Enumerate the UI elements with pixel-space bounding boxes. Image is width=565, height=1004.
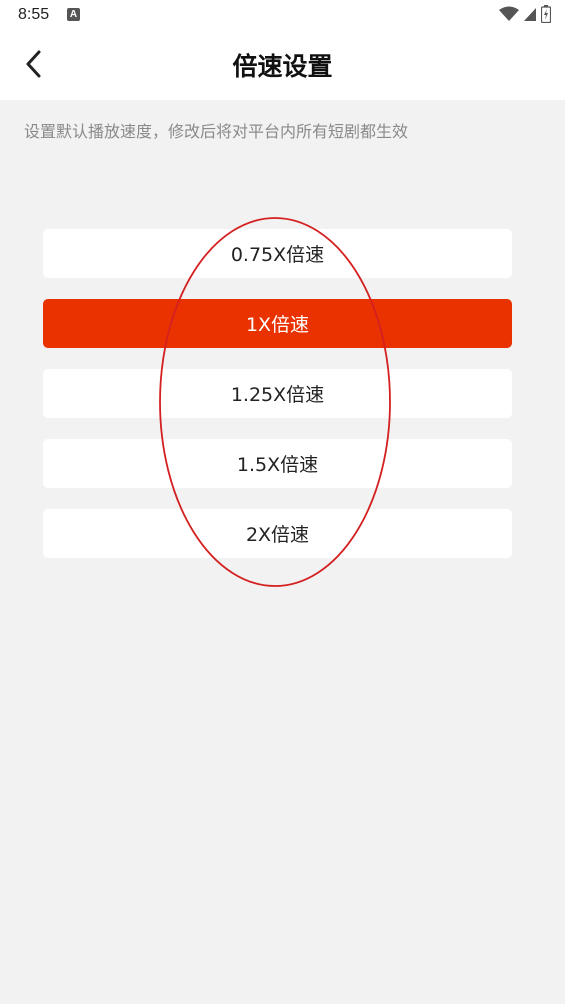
cellular-signal-icon (523, 6, 537, 26)
page-title: 倍速设置 (232, 52, 333, 81)
speed-option-1-5x[interactable]: 1.5X倍速 (43, 439, 512, 488)
battery-charging-icon (540, 5, 552, 27)
speed-option-1x[interactable]: 1X倍速 (43, 299, 512, 348)
status-icons (499, 5, 552, 27)
status-bar: 8:55 A (0, 0, 565, 32)
speed-option-2x[interactable]: 2X倍速 (43, 509, 512, 558)
speed-option-1-25x[interactable]: 1.25X倍速 (43, 369, 512, 418)
navigation-bar: 倍速设置 (0, 32, 565, 100)
speed-options-list: 0.75X倍速 1X倍速 1.25X倍速 1.5X倍速 2X倍速 (43, 229, 512, 579)
speed-option-0-75x[interactable]: 0.75X倍速 (43, 229, 512, 278)
notification-a-icon: A (67, 8, 80, 21)
description-text: 设置默认播放速度，修改后将对平台内所有短剧都生效 (24, 122, 409, 141)
status-time: 8:55 (18, 6, 50, 23)
wifi-icon (499, 6, 519, 26)
top-bar: 8:55 A 倍速设置 (0, 0, 565, 100)
